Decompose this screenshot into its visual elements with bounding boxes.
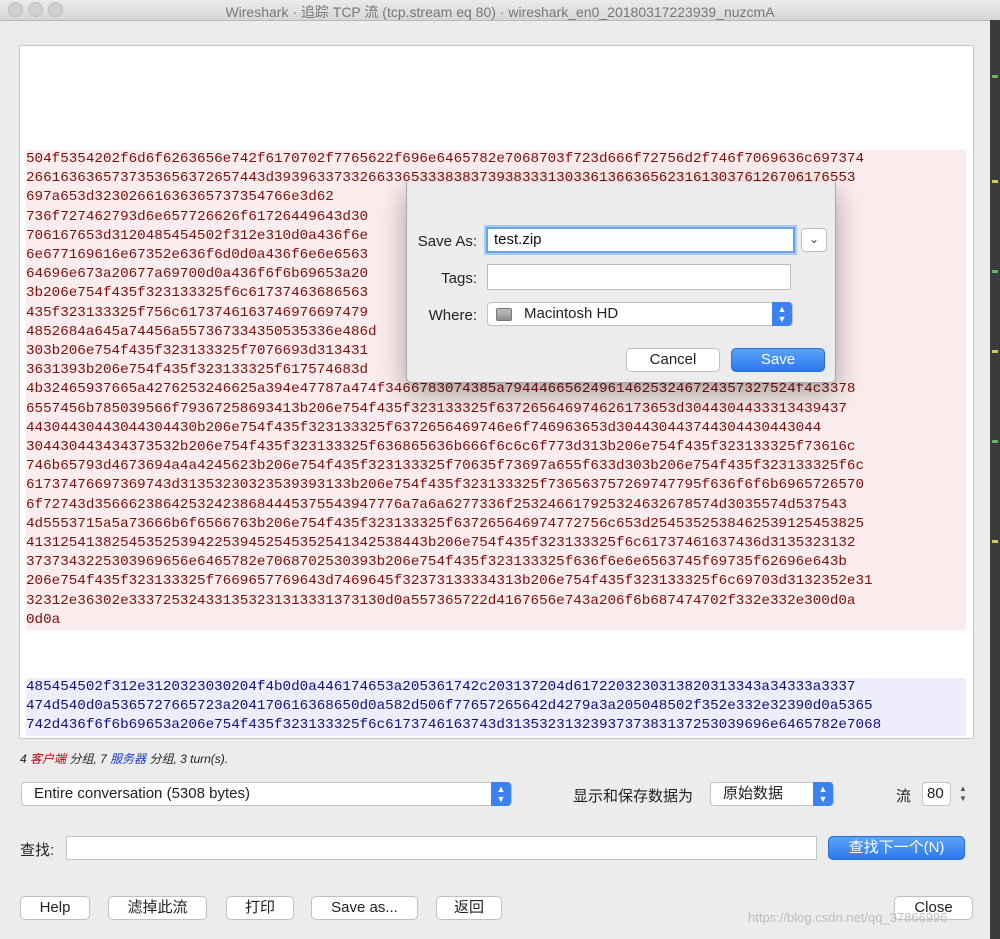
print-button[interactable]: 打印 [226,896,294,920]
help-button[interactable]: Help [20,896,90,920]
where-select[interactable]: Macintosh HD ▲ ▼ [487,302,793,326]
client-hex-line: 504f5354202f6d6f6263656e742f6170702f7765… [26,150,966,170]
client-hex-line: 6557456b785039566f79367258693413b206e754… [26,399,966,419]
stream-stepper[interactable]: ▲ ▼ [957,782,969,806]
stream-summary: 4 客户端 分组, 7 服务器 分组, 3 turn(s). [20,750,228,767]
find-next-button[interactable]: 查找下一个(N) [828,836,965,860]
client-hex-line: 746b65793d4673694a4a4245623b206e754f435f… [26,457,966,477]
conversation-select[interactable]: Entire conversation (5308 bytes) ▲ ▼ [21,782,512,806]
summary-part-1: 分组, [66,752,101,766]
client-label: 客户端 [30,752,67,766]
window-title: Wireshark · 追踪 TCP 流 (tcp.stream eq 80) … [225,4,775,20]
data-format-value: 原始数据 [723,785,784,802]
stream-number-input[interactable]: 80 [922,782,951,806]
server-data-block: 485454502f312e3120323030204f4b0d0a446174… [26,678,966,736]
find-label: 查找: [20,842,55,859]
window-titlebar: Wireshark · 追踪 TCP 流 (tcp.stream eq 80) … [0,0,1000,21]
find-input[interactable] [66,836,817,860]
client-hex-line: 3737343225303969656e6465782e706870253039… [26,553,966,573]
filename-input[interactable]: test.zip [486,227,795,253]
client-hex-line: 61737476697369743d31353230323539393133b2… [26,476,966,496]
stream-content-pane[interactable]: 504f5354202f6d6f6263656e742f6170702f7765… [19,45,974,739]
back-button[interactable]: 返回 [436,896,502,920]
server-hex-line: 742d436f6f6b69653a206e754f435f323133325f… [26,716,966,736]
data-format-select[interactable]: 原始数据 ▲ ▼ [710,782,834,806]
client-hex-line: 32312e36302e3337253243313532313133313731… [26,591,966,611]
client-hex-line: 4b32465937665a4276253246625a394e47787a47… [26,380,966,400]
server-hex-line: 485454502f312e3120323030204f4b0d0a446174… [26,678,966,698]
chevron-down-icon: ⌄ [808,232,820,246]
client-hex-line: 4d5553715a5a73666b6f6566763b206e754f435f… [26,514,966,535]
server-packet-count: 7 [100,752,107,766]
cancel-button[interactable]: Cancel [626,348,720,372]
tags-label: Tags: [441,270,477,287]
client-packet-count: 4 [20,752,27,766]
show-save-as-label: 显示和保存数据为 [573,788,694,805]
summary-part-2: 分组, 3 turn(s). [146,752,229,766]
expand-dialog-button[interactable]: ⌄ [801,228,827,252]
server-label: 服务器 [110,752,147,766]
client-hex-line: 206e754f435f323133325f7669657769643d7469… [26,572,966,592]
where-value: Macintosh HD [524,305,619,322]
updown-arrows-icon: ▲ ▼ [813,782,833,806]
stream-label: 流 [896,788,912,805]
save-as-button[interactable]: Save as... [311,896,418,920]
client-hex-line: 304430443434373532b206e754f435f323133325… [26,438,966,458]
client-hex-line: 4131254138254535253942253945254535254134… [26,534,966,554]
save-button[interactable]: Save [731,348,825,372]
client-hex-line: 0d0a [26,610,966,631]
filter-out-stream-button[interactable]: 滤掉此流 [108,896,207,920]
client-hex-line: 44304430443044304430b206e754f435f3231333… [26,418,966,439]
updown-arrows-icon: ▲ ▼ [491,782,511,806]
updown-arrows-icon: ▲ ▼ [772,302,792,326]
tags-input[interactable] [487,264,791,290]
background-window-edge [990,20,1000,939]
save-dialog: Save As: test.zip ⌄ Tags: Where: Macinto… [406,182,836,383]
save-as-label: Save As: [417,233,477,250]
server-hex-line: 474d540d0a5365727665723a204170616368650d… [26,697,966,717]
watermark: https://blog.csdn.net/qq_37866996 [748,910,948,925]
client-hex-line: 6f72743d35666238642532423868444537554394… [26,495,966,515]
where-label: Where: [428,307,477,324]
hard-drive-icon [496,308,512,321]
conversation-select-value: Entire conversation (5308 bytes) [34,785,250,802]
